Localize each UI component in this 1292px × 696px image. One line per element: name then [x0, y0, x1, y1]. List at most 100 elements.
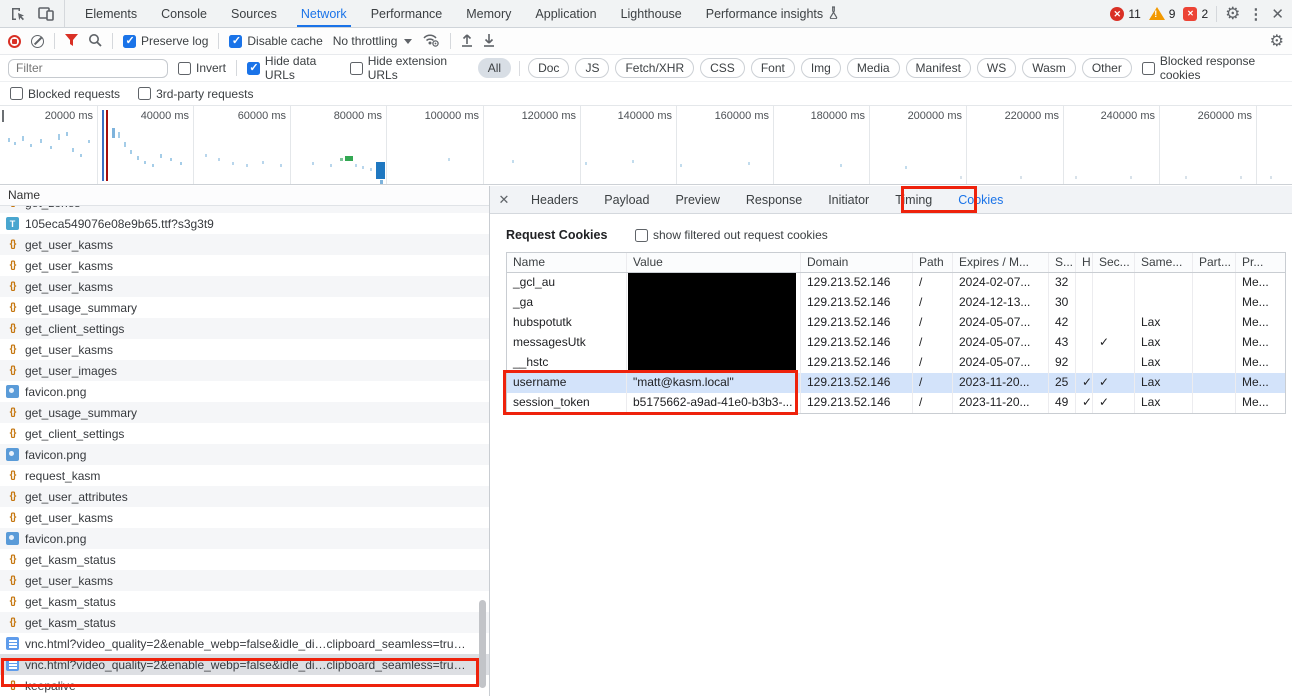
request-row[interactable]: vnc.html?video_quality=2&enable_webp=fal… [0, 633, 489, 654]
network-settings-gear-icon[interactable]: ⚙ [1270, 31, 1284, 51]
inspect-element-icon[interactable] [6, 2, 30, 26]
request-row[interactable]: {} get_user_kasms [0, 570, 489, 591]
cookie-row-_gcl_au[interactable]: _gcl_au 129.213.52.146/2024-02-07... 32 Me.… [507, 273, 1285, 293]
clear-network-log-button[interactable] [31, 34, 44, 48]
request-row[interactable]: {} get_kasm_status [0, 591, 489, 612]
tab-lighthouse[interactable]: Lighthouse [609, 0, 694, 27]
request-row[interactable]: {} get_kasm_status [0, 612, 489, 633]
request-row[interactable]: {} get_usage_summary [0, 402, 489, 423]
column-header-path[interactable]: Path [913, 253, 953, 272]
request-row[interactable]: vnc.html?video_quality=2&enable_webp=fal… [0, 654, 489, 675]
request-row[interactable]: {} request_kasm [0, 465, 489, 486]
tab-memory[interactable]: Memory [454, 0, 523, 27]
tab-sources[interactable]: Sources [219, 0, 289, 27]
tab-elements[interactable]: Elements [73, 0, 149, 27]
tab-performance[interactable]: Performance [359, 0, 455, 27]
request-row[interactable]: {} get_kasm_status [0, 549, 489, 570]
request-row[interactable]: {} get_client_settings [0, 318, 489, 339]
filter-input[interactable] [8, 58, 168, 78]
filter-funnel-icon[interactable] [65, 33, 78, 49]
request-row[interactable]: {} get_user_images [0, 360, 489, 381]
preserve-log-checkbox[interactable]: Preserve log [123, 34, 208, 48]
column-header-value[interactable]: Value [627, 253, 801, 272]
request-row[interactable]: {} get_user_kasms [0, 339, 489, 360]
request-row[interactable]: {} keepalive [0, 675, 489, 696]
column-header-samesite[interactable]: Same... [1135, 253, 1193, 272]
filter-pill-wasm[interactable]: Wasm [1022, 58, 1076, 78]
kebab-menu-icon[interactable]: ⋮ [1248, 5, 1263, 23]
detail-tab-response[interactable]: Response [733, 186, 815, 213]
filter-pill-manifest[interactable]: Manifest [905, 58, 971, 78]
request-row[interactable]: {} get_user_kasms [0, 507, 489, 528]
filter-pill-other[interactable]: Other [1081, 58, 1132, 78]
warning-badge[interactable]: 9 [1148, 7, 1175, 21]
blocked-response-cookies-checkbox[interactable]: Blocked response cookies [1141, 54, 1284, 82]
tab-application[interactable]: Application [523, 0, 608, 27]
filter-pill-doc[interactable]: Doc [528, 58, 570, 78]
detail-tab-cookies[interactable]: Cookies [945, 186, 1016, 213]
network-overview-timeline[interactable]: 20000 ms 40000 ms 60000 ms 80000 ms 100000 m… [0, 106, 1292, 185]
column-header-domain[interactable]: Domain [801, 253, 913, 272]
request-row[interactable]: {} get_user_kasms [0, 276, 489, 297]
detail-tab-initiator[interactable]: Initiator [815, 186, 882, 213]
name-column-header[interactable]: Name [0, 186, 489, 206]
cookie-row-_ga[interactable]: _ga 129.213.52.146/2024-12-13... 30 Me... [507, 293, 1285, 313]
third-party-requests-checkbox[interactable]: 3rd-party requests [138, 87, 253, 101]
hide-extension-urls-checkbox[interactable]: Hide extension URLs [349, 54, 468, 82]
request-row[interactable]: {} get_usage_summary [0, 297, 489, 318]
column-header-expires[interactable]: Expires / M... [953, 253, 1049, 272]
disable-cache-checkbox[interactable]: Disable cache [229, 34, 323, 48]
column-header-size[interactable]: S... [1049, 253, 1076, 272]
request-row[interactable]: {} get_user_kasms [0, 255, 489, 276]
detail-tab-preview[interactable]: Preview [662, 186, 732, 213]
filter-pill-css[interactable]: CSS [700, 58, 745, 78]
blocked-requests-checkbox[interactable]: Blocked requests [10, 87, 120, 101]
request-row[interactable]: favicon.png [0, 444, 489, 465]
cookie-row-__hstc[interactable]: __hstc 129.213.52.146/2024-05-07... 92 Lax M… [507, 353, 1285, 373]
settings-gear-icon[interactable]: ⚙ [1225, 4, 1240, 24]
request-list-scrollbar[interactable] [479, 600, 486, 688]
filter-pill-fetch-xhr[interactable]: Fetch/XHR [615, 58, 695, 78]
column-header-secure[interactable]: Sec... [1093, 253, 1135, 272]
column-header-http[interactable]: H [1076, 253, 1093, 272]
cookie-row-username[interactable]: username "matt@kasm.local" 129.213.52.146/… [507, 373, 1285, 393]
filter-pill-all[interactable]: All [477, 58, 512, 78]
column-header-partition[interactable]: Part... [1193, 253, 1236, 272]
filter-pill-img[interactable]: Img [800, 58, 841, 78]
request-row[interactable]: {} get_user_attributes [0, 486, 489, 507]
tab-network[interactable]: Network [289, 0, 359, 27]
request-row[interactable]: favicon.png [0, 381, 489, 402]
show-filtered-cookies-checkbox[interactable]: show filtered out request cookies [635, 228, 828, 242]
column-header-name[interactable]: Name [507, 253, 627, 272]
cookie-row-session_token[interactable]: session_token b5175662-a9ad-41e0-b3b3-...… [507, 393, 1285, 413]
detail-tab-timing[interactable]: Timing [882, 186, 945, 213]
tab-performance-insights[interactable]: Performance insights [694, 0, 851, 27]
device-toolbar-icon[interactable] [34, 2, 58, 26]
hide-data-urls-checkbox[interactable]: Hide data URLs [246, 54, 340, 82]
filter-pill-media[interactable]: Media [846, 58, 900, 78]
detail-tab-headers[interactable]: Headers [518, 186, 591, 213]
request-row[interactable]: {} get_user_kasms [0, 234, 489, 255]
request-row[interactable]: T 105eca549076e08e9b65.ttf?s3g3t9 [0, 213, 489, 234]
invert-checkbox[interactable]: Invert [178, 61, 226, 75]
filter-pill-ws[interactable]: WS [976, 58, 1017, 78]
close-devtools-icon[interactable]: ✕ [1271, 5, 1284, 23]
cookie-row-hubspotutk[interactable]: hubspotutk 129.213.52.146/2024-05-07... 42… [507, 313, 1285, 333]
network-conditions-icon[interactable] [422, 33, 440, 50]
tab-console[interactable]: Console [149, 0, 219, 27]
cookie-row-messagesUtk[interactable]: messagesUtk 129.213.52.146/2024-05-07... 4… [507, 333, 1285, 353]
detail-tab-payload[interactable]: Payload [591, 186, 662, 213]
filter-pill-font[interactable]: Font [750, 58, 795, 78]
request-row[interactable]: favicon.png [0, 528, 489, 549]
issues-badge[interactable]: ✕ 2 [1183, 6, 1208, 21]
throttling-dropdown[interactable]: No throttling [333, 34, 413, 48]
record-network-log-button[interactable] [8, 34, 21, 48]
filter-pill-js[interactable]: JS [575, 58, 610, 78]
import-har-icon[interactable] [461, 33, 473, 50]
column-header-priority[interactable]: Pr... [1236, 253, 1287, 272]
request-row[interactable]: {} get_client_settings [0, 423, 489, 444]
search-icon[interactable] [88, 33, 102, 50]
close-detail-icon[interactable]: ✕ [490, 186, 518, 214]
request-row[interactable]: {} get_zones [0, 206, 489, 213]
error-badge[interactable]: ✕ 11 [1110, 6, 1141, 21]
